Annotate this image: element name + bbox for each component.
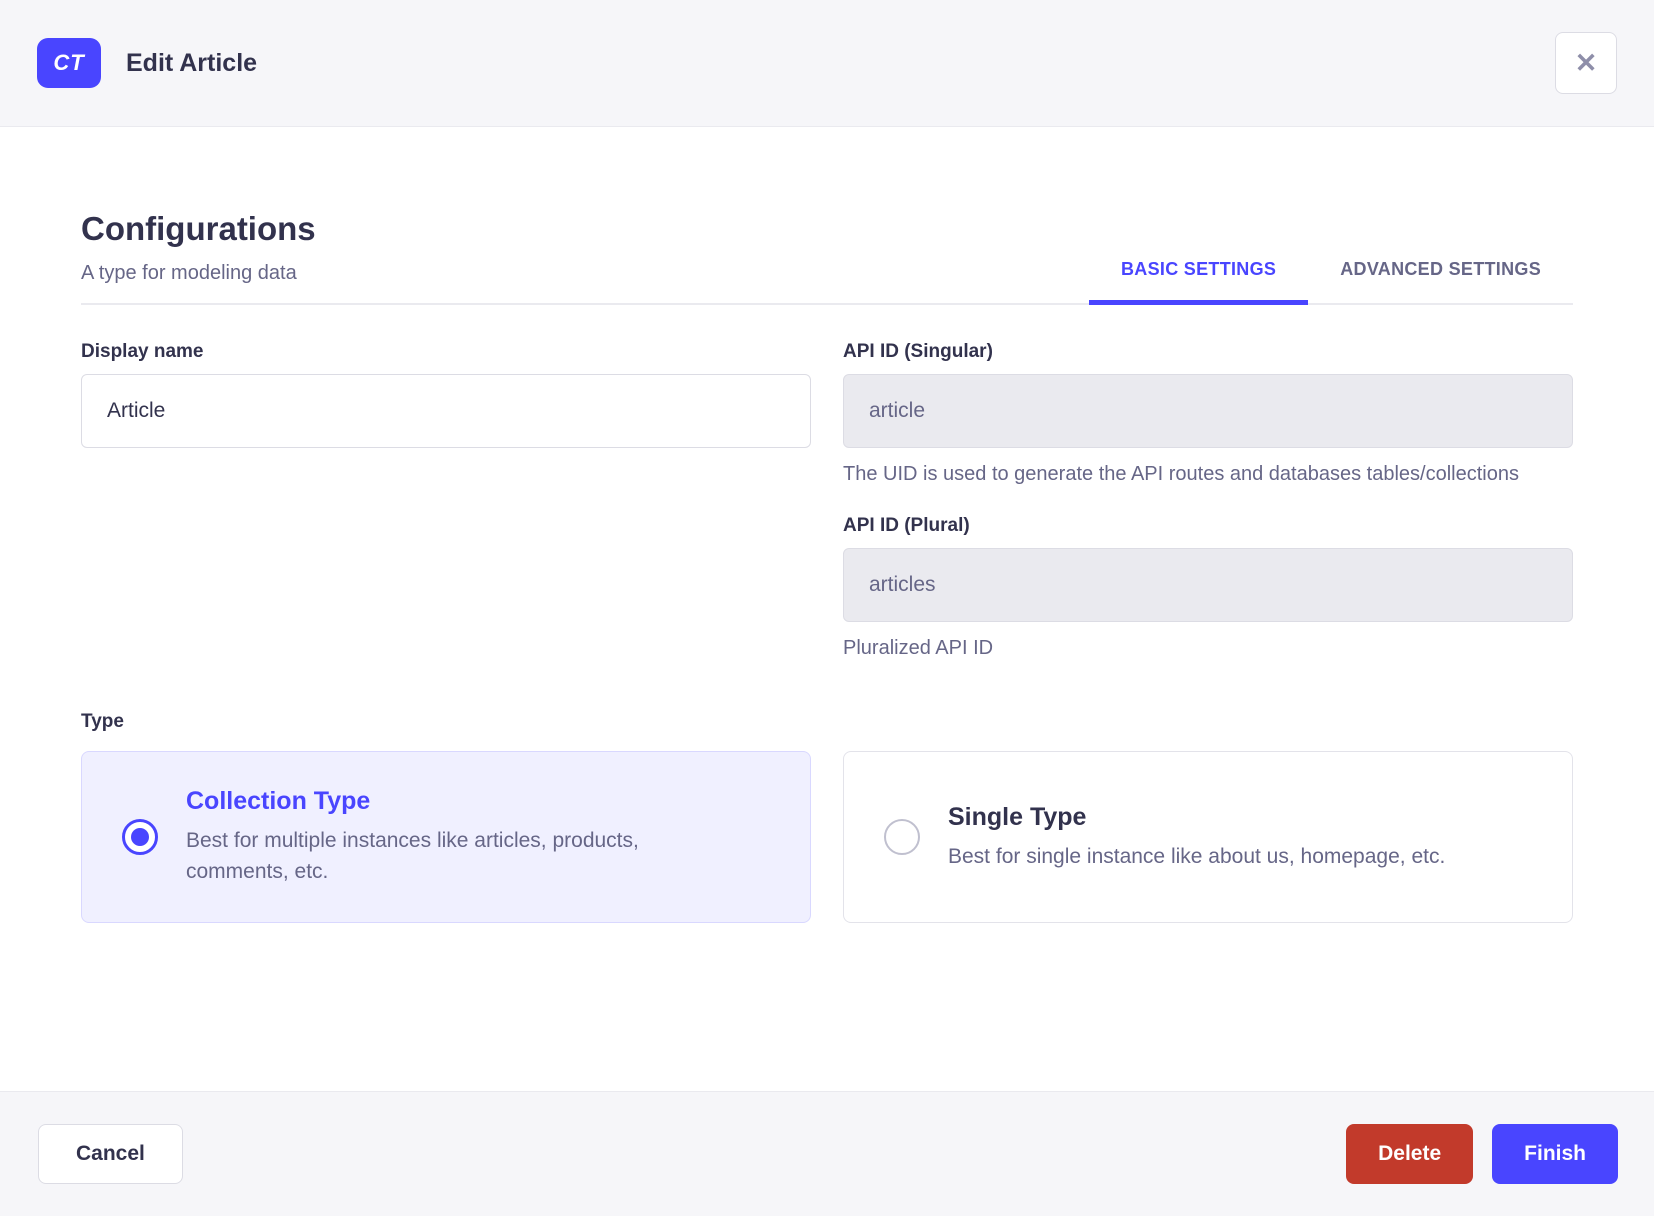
modal-body: Configurations A type for modeling data … [0,127,1654,1091]
settings-tabs: BASIC SETTINGS ADVANCED SETTINGS [1089,239,1573,305]
api-id-singular-hint: The UID is used to generate the API rout… [843,463,1519,485]
close-icon: ✕ [1574,47,1598,78]
api-id-singular-field-group: API ID (Singular) The UID is used to gen… [843,341,1573,489]
single-type-card[interactable]: Single Type Best for single instance lik… [843,751,1573,923]
api-id-plural-hint: Pluralized API ID [843,637,994,659]
collection-type-description: Best for multiple instances like article… [186,829,639,883]
type-label: Type [81,711,124,732]
display-name-label: Display name [81,341,204,362]
configurations-header-row: Configurations A type for modeling data … [81,127,1573,305]
api-id-singular-input [843,374,1573,448]
api-id-plural-input [843,548,1573,622]
page-title: Configurations [81,210,316,247]
api-id-plural-label: API ID (Plural) [843,515,970,536]
collection-type-card[interactable]: Collection Type Best for multiple instan… [81,751,811,923]
display-name-field-group: Display name [81,341,811,448]
cancel-button[interactable]: Cancel [38,1124,183,1184]
footer-action-buttons: Delete Finish [1346,1124,1618,1184]
collection-type-text: Collection Type Best for multiple instan… [186,787,731,887]
configuration-form: Display name API ID (Singular) The UID i… [81,341,1573,663]
display-name-input[interactable] [81,374,811,448]
collection-type-radio[interactable] [122,819,158,855]
api-id-singular-label: API ID (Singular) [843,341,993,362]
form-left-column: Display name [81,341,811,663]
single-type-radio[interactable] [884,819,920,855]
single-type-description: Best for single instance like about us, … [948,844,1446,868]
single-type-title: Single Type [948,802,1087,831]
finish-button[interactable]: Finish [1492,1124,1618,1184]
tab-advanced-settings[interactable]: ADVANCED SETTINGS [1308,239,1573,305]
modal-title: Edit Article [126,48,258,77]
type-options: Collection Type Best for multiple instan… [81,751,1573,923]
api-id-plural-field-group: API ID (Plural) Pluralized API ID [843,515,1573,663]
page-subtitle: A type for modeling data [81,262,297,284]
content-type-badge: CT [37,38,101,88]
configurations-intro: Configurations A type for modeling data [81,209,316,303]
form-right-column: API ID (Singular) The UID is used to gen… [843,341,1573,663]
modal-header: CT Edit Article ✕ [0,0,1654,127]
delete-button[interactable]: Delete [1346,1124,1474,1184]
content-type-badge-label: CT [53,50,85,75]
single-type-text: Single Type Best for single instance lik… [948,803,1445,872]
tab-basic-settings[interactable]: BASIC SETTINGS [1089,239,1309,305]
close-button[interactable]: ✕ [1555,32,1617,94]
collection-type-title: Collection Type [186,787,371,815]
modal-footer: Cancel Delete Finish [0,1091,1654,1216]
